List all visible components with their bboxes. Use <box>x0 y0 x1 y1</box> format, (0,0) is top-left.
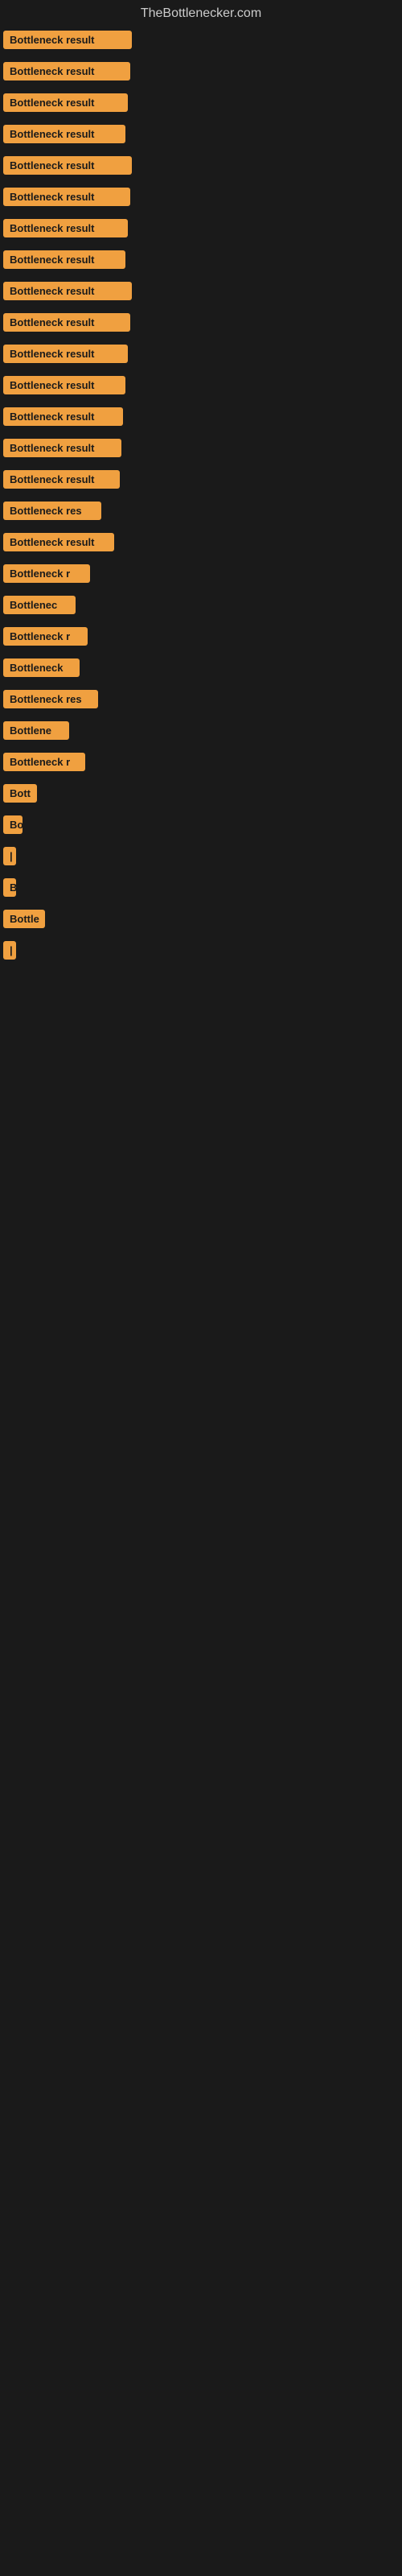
list-item: Bottleneck result <box>0 24 402 56</box>
bottleneck-result-badge[interactable]: Bottlenec <box>3 596 76 614</box>
list-item: Bottleneck result <box>0 118 402 150</box>
bottleneck-result-badge[interactable]: Bottleneck res <box>3 502 101 520</box>
bottleneck-result-badge[interactable]: Bottleneck result <box>3 250 125 269</box>
bottleneck-result-badge[interactable]: Bottleneck result <box>3 470 120 489</box>
list-item: Bottleneck result <box>0 213 402 244</box>
bottleneck-result-badge[interactable]: Bottleneck result <box>3 282 132 300</box>
list-item: Bottle <box>0 903 402 935</box>
bottleneck-result-badge[interactable]: Bottleneck result <box>3 376 125 394</box>
bottleneck-result-badge[interactable]: Bottleneck r <box>3 564 90 583</box>
bottleneck-result-badge[interactable]: Bottleneck result <box>3 439 121 457</box>
bottleneck-result-badge[interactable]: Bottleneck result <box>3 313 130 332</box>
bottleneck-result-badge[interactable]: | <box>3 847 16 865</box>
list-item: Bottleneck result <box>0 369 402 401</box>
list-item: Bottleneck result <box>0 150 402 181</box>
list-item: Bottleneck result <box>0 307 402 338</box>
bottleneck-result-badge[interactable]: | <box>3 941 16 960</box>
list-item: | <box>0 840 402 872</box>
list-item: Bottleneck result <box>0 464 402 495</box>
bottleneck-result-badge[interactable]: Bottleneck r <box>3 753 85 771</box>
bottleneck-result-badge[interactable]: Bottleneck result <box>3 219 128 237</box>
list-item: | <box>0 935 402 966</box>
bottleneck-result-badge[interactable]: Bottleneck r <box>3 627 88 646</box>
bottleneck-result-badge[interactable]: Bott <box>3 784 37 803</box>
list-item: Bottleneck result <box>0 401 402 432</box>
bottleneck-result-badge[interactable]: Bo <box>3 815 23 834</box>
list-item: Bottleneck result <box>0 338 402 369</box>
list-item: Bottleneck r <box>0 746 402 778</box>
list-item: Bottleneck <box>0 652 402 683</box>
list-item: Bottleneck result <box>0 244 402 275</box>
bottleneck-result-badge[interactable]: Bottlene <box>3 721 69 740</box>
list-item: Bottleneck res <box>0 683 402 715</box>
list-item: Bottleneck result <box>0 432 402 464</box>
bottleneck-result-badge[interactable]: Bottleneck result <box>3 93 128 112</box>
list-item: Bottleneck result <box>0 87 402 118</box>
bottleneck-result-badge[interactable]: Bottleneck result <box>3 31 132 49</box>
list-item: Bottleneck result <box>0 275 402 307</box>
list-item: Bottleneck result <box>0 526 402 558</box>
bottleneck-result-badge[interactable]: Bottleneck result <box>3 125 125 143</box>
bottleneck-result-badge[interactable]: Bottleneck result <box>3 533 114 551</box>
bottleneck-result-badge[interactable]: Bottleneck result <box>3 345 128 363</box>
bottleneck-result-badge[interactable]: Bottleneck result <box>3 188 130 206</box>
bottleneck-result-badge[interactable]: Bottleneck <box>3 658 80 677</box>
list-item: Bottleneck res <box>0 495 402 526</box>
bottleneck-result-badge[interactable]: Bottleneck result <box>3 156 132 175</box>
bottleneck-result-badge[interactable]: B <box>3 878 16 897</box>
bottleneck-result-badge[interactable]: Bottleneck res <box>3 690 98 708</box>
list-item: Bottlene <box>0 715 402 746</box>
list-item: Bottleneck result <box>0 181 402 213</box>
bottleneck-result-badge[interactable]: Bottleneck result <box>3 407 123 426</box>
list-item: Bottleneck r <box>0 621 402 652</box>
list-item: Bottlenec <box>0 589 402 621</box>
bottleneck-result-badge[interactable]: Bottleneck result <box>3 62 130 80</box>
bottleneck-result-badge[interactable]: Bottle <box>3 910 45 928</box>
list-item: B <box>0 872 402 903</box>
list-item: Bottleneck r <box>0 558 402 589</box>
list-item: Bo <box>0 809 402 840</box>
list-item: Bottleneck result <box>0 56 402 87</box>
list-item: Bott <box>0 778 402 809</box>
site-title: TheBottlenecker.com <box>0 0 402 24</box>
